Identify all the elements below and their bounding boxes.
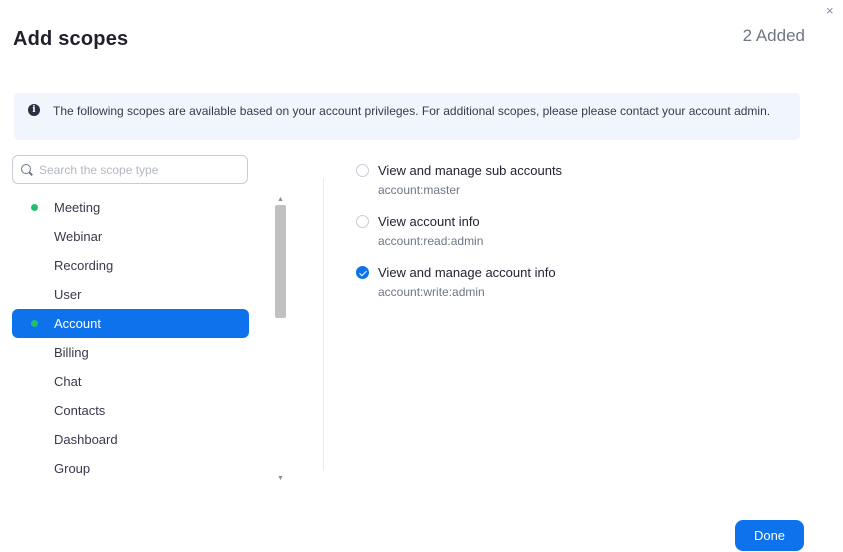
selected-indicator-dot bbox=[31, 291, 38, 298]
category-item-account[interactable]: Account bbox=[12, 309, 249, 338]
selected-indicator-dot bbox=[31, 465, 38, 472]
category-label: Meeting bbox=[54, 200, 101, 215]
category-label: Chat bbox=[54, 374, 82, 389]
info-banner: i The following scopes are available bas… bbox=[14, 93, 800, 140]
dialog-title: Add scopes bbox=[13, 28, 129, 50]
info-text: The following scopes are available based… bbox=[53, 104, 771, 118]
done-button[interactable]: Done bbox=[735, 520, 804, 551]
category-label: Recording bbox=[54, 258, 114, 273]
selected-indicator-dot bbox=[31, 262, 38, 269]
panel-divider bbox=[323, 178, 324, 471]
scope-name: View and manage account info bbox=[378, 265, 556, 280]
scroll-up-arrow-icon[interactable]: ▲ bbox=[277, 196, 284, 203]
selected-indicator-dot bbox=[31, 378, 38, 385]
added-count: 2 Added bbox=[742, 26, 805, 45]
category-item-chat[interactable]: Chat bbox=[12, 367, 249, 396]
scrollbar-thumb[interactable] bbox=[275, 205, 286, 318]
scope-name: View account info bbox=[378, 214, 480, 229]
category-item-meeting[interactable]: Meeting bbox=[12, 193, 249, 222]
scroll-down-arrow-icon[interactable]: ▼ bbox=[277, 475, 284, 482]
unchecked-checkbox-icon[interactable] bbox=[356, 164, 369, 177]
checked-checkbox-icon[interactable] bbox=[356, 266, 369, 279]
info-icon: i bbox=[28, 104, 40, 116]
scope-code: account:write:admin bbox=[378, 285, 485, 299]
category-item-dashboard[interactable]: Dashboard bbox=[12, 425, 249, 454]
category-label: Account bbox=[54, 316, 101, 331]
selected-indicator-dot bbox=[31, 320, 38, 327]
selected-indicator-dot bbox=[31, 436, 38, 443]
category-label: Dashboard bbox=[54, 432, 118, 447]
search-box bbox=[12, 155, 248, 184]
category-label: User bbox=[54, 287, 82, 302]
category-label: Contacts bbox=[54, 403, 106, 418]
scope-code: account:master bbox=[378, 183, 461, 197]
category-item-billing[interactable]: Billing bbox=[12, 338, 249, 367]
selected-indicator-dot bbox=[31, 204, 38, 211]
selected-indicator-dot bbox=[31, 407, 38, 414]
category-scrollbar[interactable]: ▲ ▼ bbox=[275, 196, 286, 484]
category-item-user[interactable]: User bbox=[12, 280, 249, 309]
scope-category-list: Meeting Webinar Recording User Account Billin… bbox=[12, 193, 249, 483]
category-item-contacts[interactable]: Contacts bbox=[12, 396, 249, 425]
selected-indicator-dot bbox=[31, 349, 38, 356]
category-label: Billing bbox=[54, 345, 89, 360]
unchecked-checkbox-icon[interactable] bbox=[356, 215, 369, 228]
category-item-recording[interactable]: Recording bbox=[12, 251, 249, 280]
category-label: Webinar bbox=[54, 229, 103, 244]
category-label: Group bbox=[54, 461, 91, 476]
category-item-webinar[interactable]: Webinar bbox=[12, 222, 249, 251]
scope-name: View and manage sub accounts bbox=[378, 163, 563, 178]
close-icon[interactable]: × bbox=[826, 4, 834, 17]
selected-indicator-dot bbox=[31, 233, 38, 240]
scope-code: account:read:admin bbox=[378, 234, 484, 248]
search-icon bbox=[21, 164, 31, 174]
search-input[interactable] bbox=[39, 160, 239, 179]
category-item-group[interactable]: Group bbox=[12, 454, 249, 483]
